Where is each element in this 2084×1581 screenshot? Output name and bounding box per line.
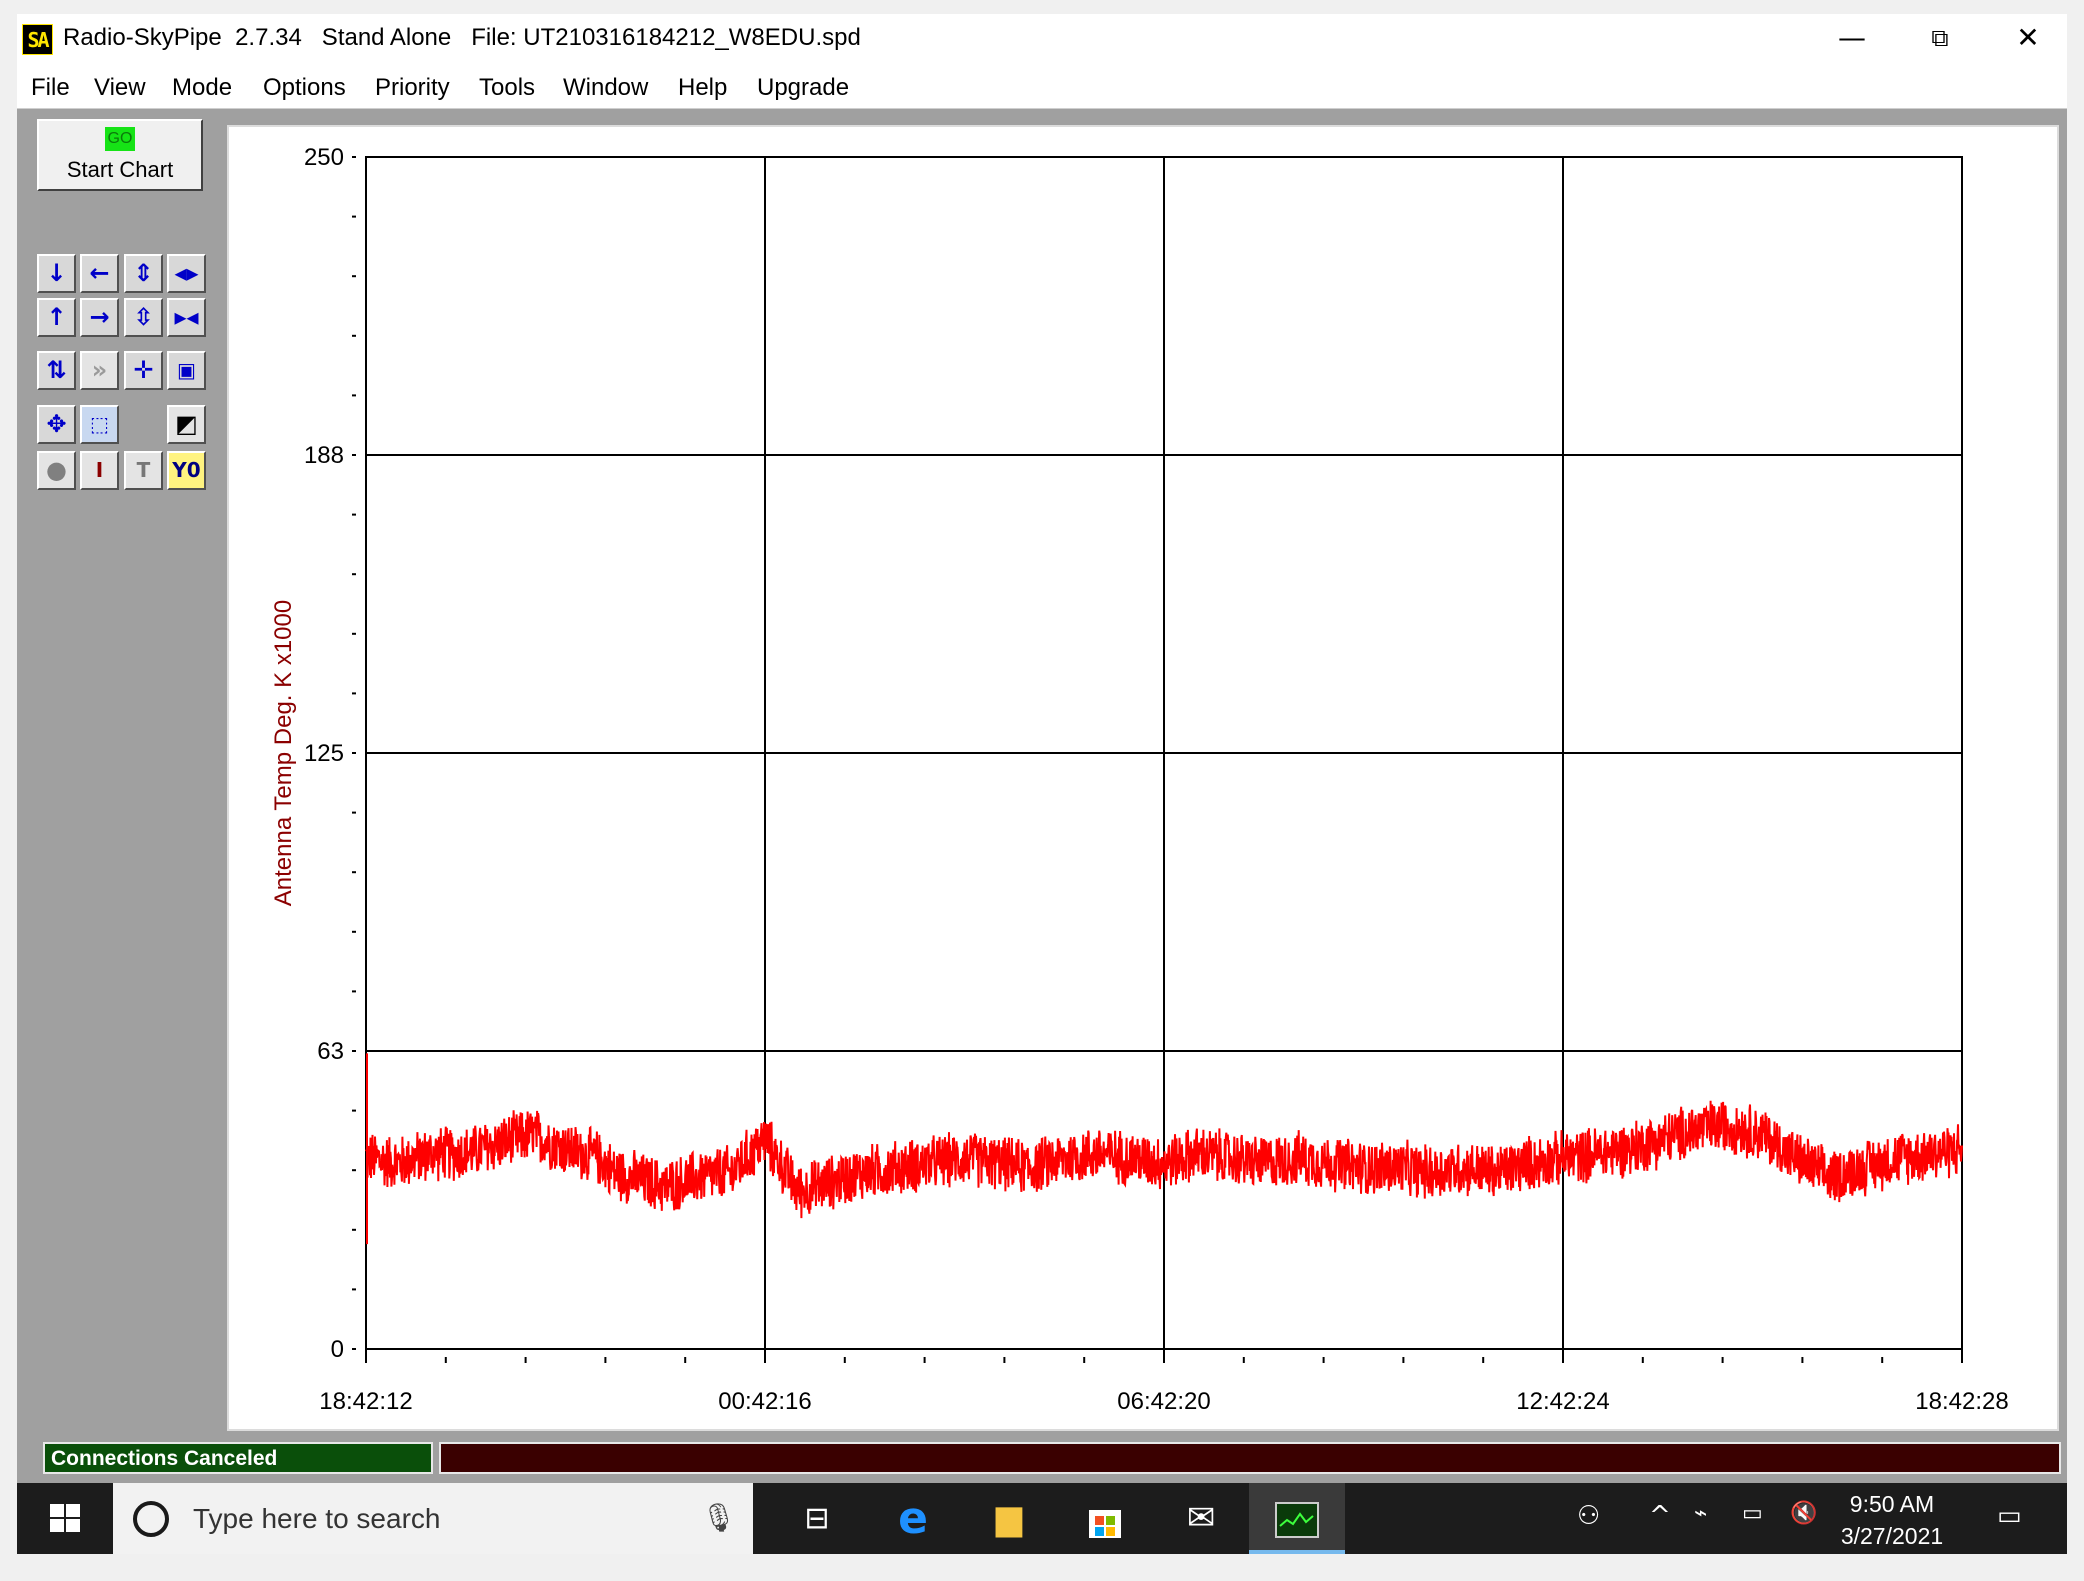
x-tick-label: 06:42:20 [1117,1388,1210,1415]
text-icon[interactable]: T [124,451,163,490]
close-button[interactable]: ✕ [1983,18,2073,58]
zoom-icon[interactable]: ▣ [167,351,206,390]
menu-upgrade[interactable]: Upgrade [757,74,849,102]
minimize-button[interactable]: — [1807,18,1897,58]
task-view-icon[interactable]: ⊟ [769,1483,865,1554]
windows-start-button[interactable] [17,1483,113,1554]
taskbar: Type here to search 🎙 ⊟ e ▆ ✉ ⚇ ^ ⌁ ▭ 🔇 [17,1483,2067,1554]
x-tick-label: 18:42:12 [319,1388,412,1415]
status-bar-right [439,1442,2061,1474]
menu-options[interactable]: Options [263,74,346,102]
app-window: SA Radio-SkyPipe 2.7.34 Stand Alone File… [17,14,2067,1554]
fast-forward-icon[interactable]: » [80,351,119,390]
taskbar-search-box[interactable]: Type here to search 🎙 [113,1483,753,1554]
x-tick-label: 18:42:28 [1915,1388,2008,1415]
crosshair-icon[interactable]: ✛ [124,351,163,390]
arrow-left-icon[interactable]: ← [80,254,119,293]
x-tick-label: 00:42:16 [718,1388,811,1415]
connection-status: Connections Canceled [43,1442,433,1474]
y-tick-label: 188 [304,442,344,469]
restore-button[interactable]: ⧉ [1895,18,1985,58]
menu-priority[interactable]: Priority [375,74,450,102]
menu-file[interactable]: File [31,74,70,102]
mail-icon[interactable]: ✉ [1153,1483,1249,1554]
expand-vertical-icon[interactable]: ⇕ [124,254,163,293]
clock-date[interactable]: 3/27/2021 [1837,1523,1947,1550]
y-axis-label: Antenna Temp Deg. K x1000 [270,600,297,906]
start-chart-button[interactable]: GO Start Chart [37,119,203,191]
menu-tools[interactable]: Tools [479,74,535,102]
microphone-icon[interactable]: 🎙 [701,1501,737,1534]
x-tick-label: 12:42:24 [1516,1388,1609,1415]
client-area: GO Start Chart ↓ ← ⇕ ◂▸ ↑ → ⇳ ▸◂ ⇅ » ✛ ▣… [17,108,2067,1483]
y-tick-label: 0 [331,1336,344,1363]
compress-vertical-icon[interactable]: ⇳ [124,298,163,337]
menu-window[interactable]: Window [563,74,648,102]
refresh-icon[interactable]: ⇅ [37,351,76,390]
select-area-icon[interactable]: ⬚ [80,405,119,444]
power-icon[interactable]: ⌁ [1694,1501,1707,1526]
file-explorer-icon[interactable]: ▆ [961,1483,1057,1554]
menu-mode[interactable]: Mode [172,74,232,102]
go-icon: GO [105,127,135,151]
chart[interactable]: 250 188 125 63 0 18:42:12 00:42:16 06:42:20 12:4… [229,127,2057,1429]
record-icon[interactable]: ● [37,451,76,490]
y-tick-label: 63 [317,1038,344,1065]
info-icon[interactable]: I [80,451,119,490]
menu-help[interactable]: Help [678,74,727,102]
radio-skypipe-app-icon[interactable]: SA [22,24,53,55]
menu-bar: File View Mode Options Priority Tools Wi… [17,64,2067,108]
windows-logo-icon [50,1504,80,1532]
start-chart-label: Start Chart [66,157,174,182]
arrow-down-icon[interactable]: ↓ [37,254,76,293]
cortana-icon [133,1501,169,1537]
radio-skypipe-taskbar-icon[interactable] [1249,1483,1345,1554]
arrow-right-icon[interactable]: → [80,298,119,337]
y0-button[interactable]: Y0 [167,451,206,490]
volume-muted-icon[interactable]: 🔇 [1790,1501,1817,1526]
show-hidden-icons-chevron-icon[interactable]: ^ [1649,1501,1671,1531]
menu-view[interactable]: View [94,74,146,102]
network-icon[interactable]: ▭ [1742,1501,1763,1526]
chart-panel[interactable]: 250 188 125 63 0 18:42:12 00:42:16 06:42:20 12:4… [227,125,2059,1431]
arrow-up-icon[interactable]: ↑ [37,298,76,337]
action-center-icon[interactable]: ▭ [1997,1501,2022,1531]
y-tick-label: 125 [304,740,344,767]
compress-horizontal-icon[interactable]: ▸◂ [167,298,206,337]
people-icon[interactable]: ⚇ [1577,1501,1600,1531]
search-placeholder: Type here to search [193,1503,441,1534]
title-bar[interactable]: SA Radio-SkyPipe 2.7.34 Stand Alone File… [17,14,2067,64]
expand-horizontal-icon[interactable]: ◂▸ [167,254,206,293]
clock-time[interactable]: 9:50 AM [1837,1491,1947,1518]
measure-icon[interactable]: ◩ [167,405,206,444]
y-tick-label: 250 [304,144,344,171]
window-title: Radio-SkyPipe 2.7.34 Stand Alone File: U… [63,24,861,51]
edge-browser-icon[interactable]: e [865,1483,961,1554]
microsoft-store-icon[interactable] [1057,1483,1153,1554]
move-icon[interactable]: ✥ [37,405,76,444]
